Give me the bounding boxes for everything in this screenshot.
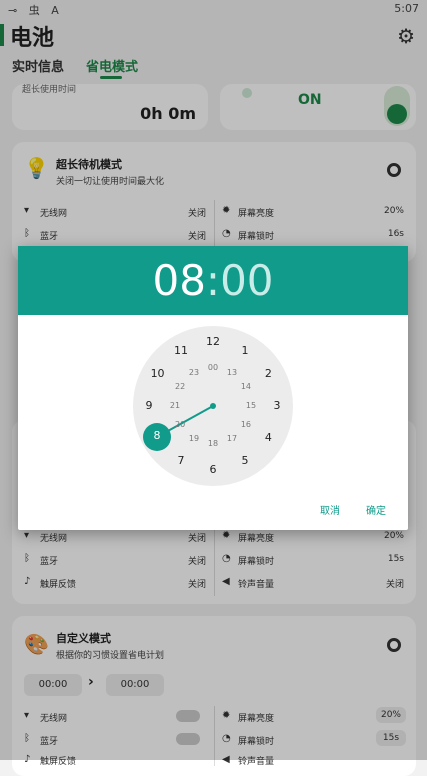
dial-hour-23[interactable]: 23	[186, 368, 202, 377]
dial-hour-19[interactable]: 19	[186, 434, 202, 443]
dial-hour-14[interactable]: 14	[238, 382, 254, 391]
dial-hour-15[interactable]: 15	[243, 401, 259, 410]
hour-display[interactable]: 08	[152, 256, 205, 305]
dial-hour-3[interactable]: 3	[268, 399, 286, 412]
dial-hour-4[interactable]: 4	[259, 431, 277, 444]
dial-hour-7[interactable]: 7	[172, 454, 190, 467]
dial-hour-9[interactable]: 9	[140, 399, 158, 412]
dial-hour-5[interactable]: 5	[236, 454, 254, 467]
minute-display[interactable]: 00	[220, 256, 273, 305]
dial-hour-13[interactable]: 13	[224, 368, 240, 377]
time-display: 08:00	[18, 256, 408, 305]
time-picker-header: 08:00	[18, 246, 408, 315]
clock-dial[interactable]: 12 1 2 3 4 5 6 7 9 10 11 00 13 14 15 16 17 18 19 20 21 22 23 8	[133, 326, 293, 486]
dial-hour-17[interactable]: 17	[224, 434, 240, 443]
dial-hour-18[interactable]: 18	[205, 439, 221, 448]
dial-hour-2[interactable]: 2	[259, 367, 277, 380]
dial-hour-11[interactable]: 11	[172, 344, 190, 357]
dial-hour-6[interactable]: 6	[204, 463, 222, 476]
dial-hour-1[interactable]: 1	[236, 344, 254, 357]
dial-hour-16[interactable]: 16	[238, 420, 254, 429]
dial-hour-10[interactable]: 10	[149, 367, 167, 380]
dial-hour-20[interactable]: 20	[172, 420, 188, 429]
time-picker-dialog: 08:00 12 1 2 3 4 5 6 7 9 10 11 00 13 14 15 16 17 18 19 20 21…	[18, 246, 408, 530]
time-separator: :	[205, 256, 221, 305]
ok-button[interactable]: 确定	[366, 502, 386, 517]
dial-hour-12[interactable]: 12	[204, 335, 222, 348]
dial-hour-21[interactable]: 21	[167, 401, 183, 410]
selected-hour-label: 8	[153, 429, 161, 442]
dial-hour-22[interactable]: 22	[172, 382, 188, 391]
cancel-button[interactable]: 取消	[320, 502, 340, 517]
dial-hour-00[interactable]: 00	[205, 363, 221, 372]
